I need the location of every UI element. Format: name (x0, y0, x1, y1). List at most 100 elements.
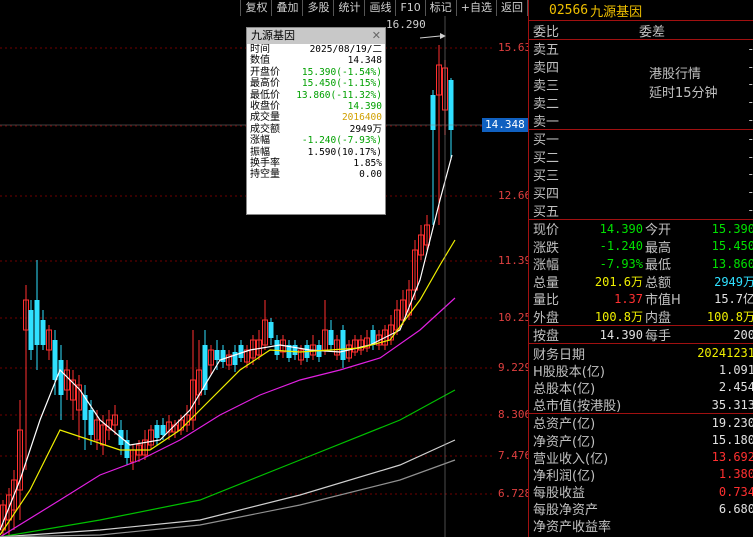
toolbar-button-1[interactable]: 叠加 (271, 0, 302, 16)
quote-value-2: 13.860 (711, 256, 753, 271)
anpan-label: 按盘 (533, 329, 560, 345)
quote-row: 总量 201.6万 总额 2949万 (529, 272, 753, 291)
weibi-label: 委比 (533, 24, 560, 40)
sell-label: 卖二 (533, 96, 560, 112)
chart-toolbar: 复权 叠加 多股 统计 画线 F10 标记 +自选 返回 (0, 0, 528, 16)
tooltip-row: 开盘价 15.390(-1.54%) (247, 67, 385, 78)
toolbar-button-3[interactable]: 统计 (333, 0, 364, 16)
hk-note-line2: 延时15分钟 (649, 86, 718, 101)
sell-row[interactable]: 卖五 - (529, 40, 753, 59)
quote-row: 涨跌 -1.240 最高 15.450 (529, 237, 753, 256)
buy-row[interactable]: 买四 - (529, 183, 753, 202)
quote-label: 涨跌 (533, 240, 560, 256)
tooltip-value: 13.860(-11.32%) (296, 89, 382, 101)
buy-value: - (748, 185, 753, 200)
quote-value: 14.390 (599, 221, 643, 236)
price-level-label: 12.66 (498, 189, 532, 202)
fin-label: H股股本(亿) (533, 364, 605, 380)
buy-row[interactable]: 买一 - (529, 130, 753, 149)
quote-value-2: 15.7亿 (714, 292, 753, 307)
candle-body (328, 330, 334, 345)
fin-row: 总股本(亿) 2.454 (529, 379, 753, 397)
sell-row[interactable]: 卖四 - (529, 58, 753, 77)
fin-value: 2.454 (718, 380, 753, 395)
fin-row: 每股净资产 6.680 (529, 500, 753, 519)
stock-title: 02566 九源基因 (529, 0, 753, 20)
quote-label: 现价 (533, 223, 560, 239)
quote-value-2: 2949万 (714, 274, 753, 289)
toolbar-button-8[interactable]: 返回 (496, 0, 528, 16)
fin-value: 35.313 (711, 397, 753, 412)
ma10-line (0, 239, 456, 536)
tooltip-value: 14.348 (347, 55, 382, 67)
tooltip-header: 九源基因 ✕ (247, 28, 385, 44)
toolbar-button-7[interactable]: +自选 (455, 0, 496, 16)
quote-value: 201.6万 (594, 274, 643, 289)
buy-row[interactable]: 买三 - (529, 166, 753, 184)
tooltip-key: 成交额 (250, 123, 280, 135)
tooltip-value: 2016400 (341, 112, 382, 124)
tooltip-row: 时间 2025/08/19/二 (247, 44, 385, 55)
fin-label: 每股净资产 (533, 503, 599, 519)
tooltip-key: 换手率 (250, 157, 280, 169)
toolbar-button-4[interactable]: 画线 (364, 0, 395, 16)
candle-body (58, 360, 64, 395)
hk-delay-note: 港股行情 延时15分钟 (649, 65, 718, 103)
quote-value-2: 15.390 (711, 221, 753, 236)
meishou-value: 200 (733, 327, 753, 342)
buy-label: 买一 (533, 133, 560, 149)
fin-row: 净利润(亿) 1.380 (529, 466, 753, 484)
buy-row[interactable]: 买五 - (529, 201, 753, 220)
fin-row: 总资产(亿) 19.230 (529, 414, 753, 433)
candle-body (160, 425, 166, 435)
quote-value: -7.93% (599, 256, 643, 271)
quote-label-2: 市值H (645, 293, 681, 309)
fin-value: 20241231 (697, 346, 753, 361)
sell-row[interactable]: 卖二 - (529, 93, 753, 112)
tooltip-row: 持空量 0.00 (247, 169, 385, 180)
bar-info-tooltip: 九源基因 ✕ 时间 2025/08/19/二 数值 14.348 开盘价 15.390(-… (246, 27, 386, 215)
candle-body (214, 350, 220, 360)
fin-value: 1.380 (718, 467, 753, 482)
quote-label-2: 最高 (645, 240, 672, 256)
tooltip-key: 最高价 (250, 78, 280, 90)
tooltip-key: 时间 (250, 44, 270, 55)
price-level-label: 9.229 (498, 361, 532, 374)
quote-row: 外盘 100.8万 内盘 100.8万 (529, 307, 753, 326)
quote-label-2: 内盘 (645, 310, 672, 326)
quote-label: 涨幅 (533, 258, 560, 274)
fin-row: 营业收入(亿) 13.692 (529, 449, 753, 467)
sell-value: - (748, 59, 753, 74)
weibi-row: 委比 委差 (529, 21, 753, 40)
candle-body (82, 395, 88, 420)
tooltip-row: 换手率 1.85% (247, 158, 385, 169)
toolbar-button-0[interactable]: 复权 (240, 0, 271, 16)
quote-label-2: 最低 (645, 258, 672, 274)
sell-row[interactable]: 卖三 - (529, 76, 753, 94)
close-icon[interactable]: ✕ (372, 28, 381, 44)
price-level-label: 10.25 (498, 311, 532, 324)
fin-value: 13.692 (711, 450, 753, 465)
anpan-row: 按盘 14.390 每手 200 (529, 326, 753, 345)
tooltip-value: 1.590(10.17%) (307, 146, 382, 158)
buy-value: - (748, 131, 753, 146)
quote-panel: 02566 九源基因 委比 委差 卖五 - 卖四 - 卖三 - 卖二 - 卖一 - 买一 - 买二 - 买… (528, 0, 753, 537)
tooltip-row: 收盘价 14.390 (247, 101, 385, 112)
buy-row[interactable]: 买二 - (529, 148, 753, 167)
tooltip-row: 最高价 15.450(-1.15%) (247, 78, 385, 89)
fin-row: 净资产收益率 (529, 517, 753, 535)
toolbar-button-6[interactable]: 标记 (424, 0, 456, 16)
toolbar-button-5[interactable]: F10 (395, 0, 424, 16)
price-level-label: 11.39 (498, 254, 532, 267)
sell-row[interactable]: 卖一 - (529, 111, 753, 130)
anpan-value: 14.390 (599, 327, 643, 342)
quote-value-2: 15.450 (711, 239, 753, 254)
sell-value: - (748, 77, 753, 92)
tooltip-row: 成交量 2016400 (247, 112, 385, 123)
candle-body (28, 310, 34, 350)
ma20-line (0, 297, 456, 537)
price-level-label: 6.728 (498, 487, 532, 500)
price-level-label: 7.476 (498, 449, 532, 462)
tooltip-key: 开盘价 (250, 66, 280, 78)
toolbar-button-2[interactable]: 多股 (302, 0, 333, 16)
